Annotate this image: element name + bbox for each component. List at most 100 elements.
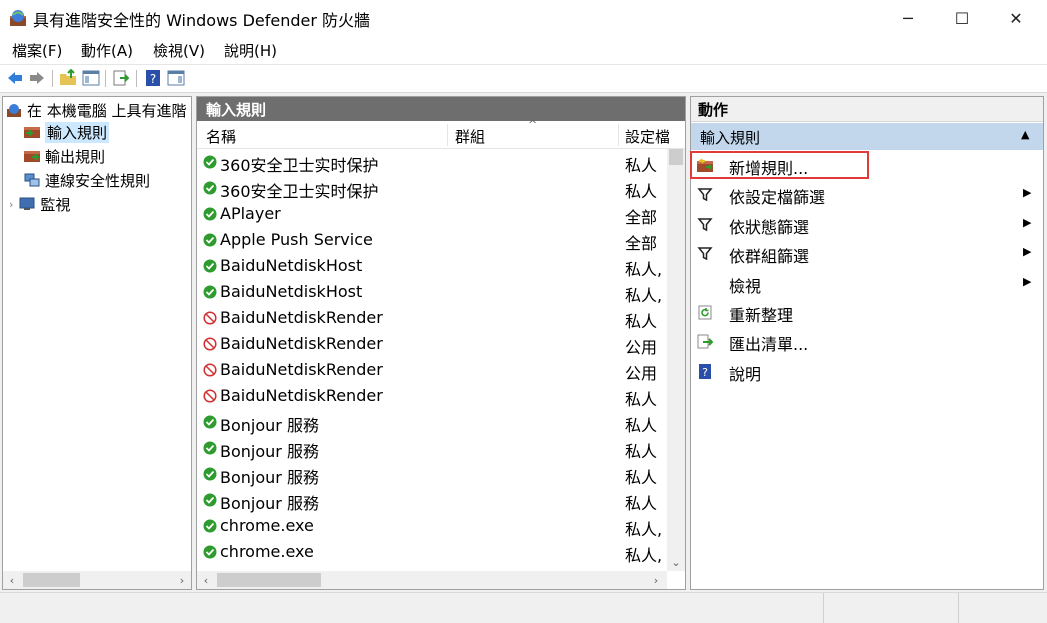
- table-row[interactable]: 360安全卫士实时保护 私人: [197, 175, 667, 201]
- rule-profile: 私人,: [625, 546, 663, 565]
- chevron-right-icon[interactable]: ›: [9, 198, 13, 211]
- action-refresh[interactable]: 重新整理: [691, 298, 1043, 327]
- table-row[interactable]: BaiduNetdiskRender 公用: [197, 357, 667, 383]
- rule-name: 360安全卫士实时保护: [220, 156, 379, 175]
- scroll-left-icon[interactable]: ‹: [3, 571, 21, 589]
- tree-item-label: 監視: [40, 195, 71, 214]
- rule-profile: 私人: [625, 182, 658, 201]
- column-name[interactable]: 名稱: [206, 126, 236, 147]
- rule-profile: 全部: [625, 208, 658, 227]
- tree-item-monitoring[interactable]: › 監視: [9, 192, 70, 216]
- action-filter-by-state[interactable]: 依狀態篩選 ▶: [691, 210, 1043, 239]
- refresh-icon: [698, 305, 712, 320]
- table-row[interactable]: BaiduNetdiskHost 私人,: [197, 253, 667, 279]
- column-divider[interactable]: [618, 124, 619, 146]
- toolbar-separator: [52, 70, 53, 87]
- rule-profile: 私人: [625, 442, 658, 461]
- allow-check-icon: [203, 155, 217, 169]
- show-hide-action-pane-icon[interactable]: [167, 69, 185, 87]
- table-row[interactable]: chrome.exe 私人,: [197, 539, 667, 565]
- rule-name: Bonjour 服務: [220, 442, 319, 461]
- rule-name: Apple Push Service: [220, 230, 373, 249]
- close-button[interactable]: ✕: [993, 0, 1039, 36]
- menu-view[interactable]: 檢視(V): [153, 40, 205, 61]
- rule-name: APlayer: [220, 204, 281, 223]
- rule-name: chrome.exe: [220, 542, 314, 561]
- table-row[interactable]: BaiduNetdiskRender 私人: [197, 305, 667, 331]
- rule-profile: 公用: [625, 338, 658, 357]
- column-header: 名稱 群組 ^ 設定檔: [197, 118, 685, 149]
- folder-up-icon[interactable]: [59, 69, 77, 87]
- table-row[interactable]: Bonjour 服務 私人: [197, 435, 667, 461]
- svg-text:?: ?: [702, 366, 708, 379]
- allow-check-icon: [203, 181, 217, 195]
- rule-profile: 公用: [625, 364, 658, 383]
- table-row[interactable]: 360安全卫士实时保护 私人: [197, 149, 667, 175]
- tree-item-label: 輸入規則: [45, 121, 110, 143]
- tree-item-outbound-rules[interactable]: 輸出規則: [24, 144, 105, 168]
- table-row[interactable]: Bonjour 服務 私人: [197, 487, 667, 513]
- rule-name: 360安全卫士实时保护: [220, 182, 379, 201]
- status-divider: [823, 593, 824, 623]
- toolbar: ?: [0, 64, 1047, 93]
- menu-file[interactable]: 檔案(F): [12, 40, 62, 61]
- scrollbar-thumb[interactable]: [23, 573, 80, 587]
- scroll-right-icon[interactable]: ›: [647, 571, 665, 589]
- scrollbar-thumb[interactable]: [217, 573, 321, 587]
- menu-help[interactable]: 說明(H): [224, 40, 277, 61]
- show-hide-tree-icon[interactable]: [82, 69, 100, 87]
- status-divider: [958, 593, 959, 623]
- rule-name: BaiduNetdiskHost: [220, 282, 363, 301]
- table-row[interactable]: Bonjour 服務 私人: [197, 461, 667, 487]
- table-row[interactable]: APlayer 全部: [197, 201, 667, 227]
- scroll-left-icon[interactable]: ‹: [197, 571, 215, 589]
- vertical-scrollbar[interactable]: ⌄: [667, 149, 685, 571]
- actions-section-inbound-rules[interactable]: 輸入規則 ▲: [691, 123, 1043, 150]
- table-row[interactable]: BaiduNetdiskHost 私人,: [197, 279, 667, 305]
- rule-profile: 私人: [625, 390, 658, 409]
- table-row[interactable]: Apple Push Service 全部: [197, 227, 667, 253]
- collapse-icon[interactable]: ▲: [1021, 128, 1029, 141]
- tree-item-label: 輸出規則: [45, 147, 106, 166]
- action-export-list[interactable]: 匯出清單...: [691, 327, 1043, 356]
- scrollbar-thumb[interactable]: [669, 149, 683, 165]
- tree-item-inbound-rules[interactable]: 輸入規則: [24, 120, 110, 144]
- table-row[interactable]: BaiduNetdiskRender 私人: [197, 383, 667, 409]
- rules-list: 360安全卫士实时保护 私人 360安全卫士实时保护 私人 APlayer 全部 Apple…: [197, 149, 667, 567]
- minimize-button[interactable]: ─: [885, 0, 931, 36]
- tree-item-label: 連線安全性規則: [45, 171, 151, 190]
- maximize-button[interactable]: ☐: [939, 0, 985, 36]
- menu-action[interactable]: 動作(A): [81, 40, 133, 61]
- rule-name: BaiduNetdiskRender: [220, 334, 383, 353]
- scroll-down-icon[interactable]: ⌄: [667, 553, 685, 571]
- tree-root[interactable]: 在 本機電腦 上具有進階: [6, 98, 187, 122]
- filter-icon: [697, 218, 713, 232]
- table-row[interactable]: chrome.exe 私人,: [197, 513, 667, 539]
- tree-item-connection-security-rules[interactable]: 連線安全性規則: [24, 168, 150, 192]
- column-divider[interactable]: [447, 124, 448, 146]
- horizontal-scrollbar[interactable]: ‹ ›: [3, 571, 191, 589]
- column-group[interactable]: 群組: [455, 126, 485, 147]
- back-arrow-icon[interactable]: [6, 69, 24, 87]
- actions-header-title: 動作: [698, 101, 729, 119]
- help-icon[interactable]: ?: [144, 69, 162, 87]
- navigation-tree: 在 本機電腦 上具有進階 輸入規則 輸出規則 連線安全性規則 › 監視 ‹ ›: [2, 96, 192, 590]
- highlight-box: [690, 151, 869, 179]
- horizontal-scrollbar[interactable]: ‹ ›: [197, 571, 667, 589]
- action-label: 重新整理: [729, 306, 794, 325]
- export-list-icon[interactable]: [112, 69, 130, 87]
- action-filter-by-group[interactable]: 依群組篩選 ▶: [691, 239, 1043, 268]
- column-profile[interactable]: 設定檔: [625, 126, 669, 147]
- action-filter-by-profile[interactable]: 依設定檔篩選 ▶: [691, 180, 1043, 209]
- forward-arrow-icon[interactable]: [28, 69, 46, 87]
- menu-bar: 檔案(F) 動作(A) 檢視(V) 說明(H): [0, 36, 1047, 64]
- table-row[interactable]: Bonjour 服務 私人: [197, 409, 667, 435]
- block-icon: [203, 311, 217, 325]
- allow-check-icon: [203, 545, 217, 559]
- toolbar-separator: [105, 70, 106, 87]
- action-help[interactable]: ? 說明: [691, 357, 1043, 386]
- allow-check-icon: [203, 493, 217, 507]
- action-view[interactable]: 檢視 ▶: [691, 269, 1043, 298]
- scroll-right-icon[interactable]: ›: [173, 571, 191, 589]
- table-row[interactable]: BaiduNetdiskRender 公用: [197, 331, 667, 357]
